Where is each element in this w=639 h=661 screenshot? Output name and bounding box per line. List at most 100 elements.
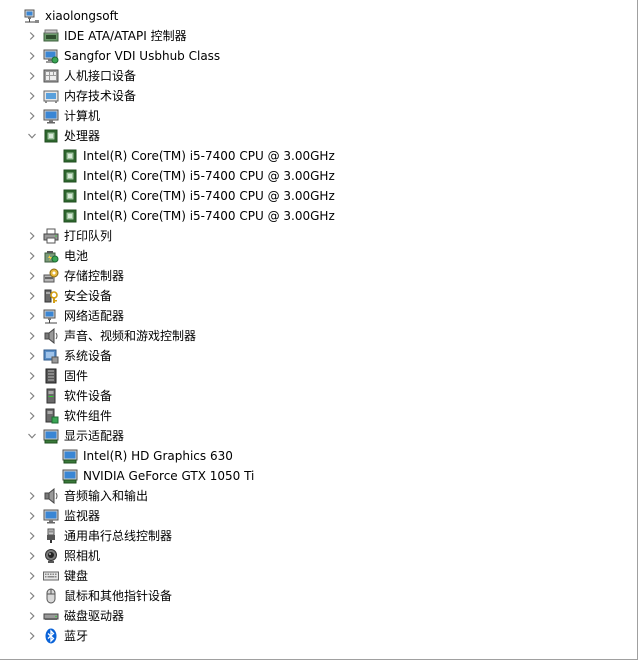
tree-item-label: 蓝牙 — [64, 629, 89, 643]
storage-controller-icon — [43, 268, 59, 284]
tree-item-label: xiaolongsoft — [45, 9, 119, 23]
chevron-right-icon[interactable] — [26, 606, 38, 626]
bluetooth-icon — [43, 628, 59, 644]
tree-device[interactable]: Intel(R) Core(TM) i5-7400 CPU @ 3.00GHz — [0, 186, 630, 206]
tree-category[interactable]: 安全设备 — [0, 286, 630, 306]
tree-category[interactable]: 显示适配器 — [0, 426, 630, 446]
device-manager-window: xiaolongsoft IDE ATA/ATAPI 控制器 Sangfor V… — [0, 0, 638, 660]
keyboard-icon — [43, 568, 59, 584]
tree-item-label: 存储控制器 — [64, 269, 125, 283]
chevron-right-icon[interactable] — [26, 66, 38, 86]
tree-item-label: IDE ATA/ATAPI 控制器 — [64, 29, 187, 43]
tree-item-label: 系统设备 — [64, 349, 113, 363]
chevron-down-icon[interactable] — [26, 126, 38, 146]
ide-controller-icon — [43, 28, 59, 44]
tree-category[interactable]: 内存技术设备 — [0, 86, 630, 106]
firmware-icon — [43, 368, 59, 384]
tree-device[interactable]: Intel(R) HD Graphics 630 — [0, 446, 630, 466]
chevron-right-icon[interactable] — [26, 246, 38, 266]
tree-category[interactable]: 软件组件 — [0, 406, 630, 426]
tree-item-label: Intel(R) Core(TM) i5-7400 CPU @ 3.00GHz — [83, 149, 335, 163]
tree-device[interactable]: Intel(R) Core(TM) i5-7400 CPU @ 3.00GHz — [0, 146, 630, 166]
tree-item-label: 监视器 — [64, 509, 101, 523]
tree-item-label: Intel(R) Core(TM) i5-7400 CPU @ 3.00GHz — [83, 209, 335, 223]
tree-category[interactable]: 计算机 — [0, 106, 630, 126]
tree-category[interactable]: 电池 — [0, 246, 630, 266]
display-adapter-icon — [62, 468, 78, 484]
tree-category[interactable]: 存储控制器 — [0, 266, 630, 286]
chevron-right-icon[interactable] — [26, 546, 38, 566]
tree-item-label: 内存技术设备 — [64, 89, 137, 103]
chevron-right-icon[interactable] — [26, 366, 38, 386]
tree-category[interactable]: 处理器 — [0, 126, 630, 146]
chevron-right-icon[interactable] — [26, 306, 38, 326]
chevron-right-icon[interactable] — [26, 266, 38, 286]
chevron-right-icon[interactable] — [26, 486, 38, 506]
chevron-right-icon[interactable] — [26, 46, 38, 66]
chevron-right-icon[interactable] — [26, 86, 38, 106]
tree-category[interactable]: 通用串行总线控制器 — [0, 526, 630, 546]
tree-category[interactable]: 鼠标和其他指针设备 — [0, 586, 630, 606]
tree-category[interactable]: IDE ATA/ATAPI 控制器 — [0, 26, 630, 46]
computer-icon — [43, 108, 59, 124]
network-adapter-icon — [43, 308, 59, 324]
chevron-right-icon[interactable] — [26, 566, 38, 586]
tree-device[interactable]: Intel(R) Core(TM) i5-7400 CPU @ 3.00GHz — [0, 166, 630, 186]
tree-category[interactable]: Sangfor VDI Usbhub Class — [0, 46, 630, 66]
tree-item-label: 显示适配器 — [64, 429, 125, 443]
chevron-right-icon[interactable] — [26, 626, 38, 646]
chevron-right-icon[interactable] — [26, 106, 38, 126]
chevron-right-icon[interactable] — [26, 586, 38, 606]
tree-category[interactable]: 网络适配器 — [0, 306, 630, 326]
tree-category[interactable]: 照相机 — [0, 546, 630, 566]
chevron-right-icon[interactable] — [26, 406, 38, 426]
tree-device[interactable]: Intel(R) Core(TM) i5-7400 CPU @ 3.00GHz — [0, 206, 630, 226]
tree-root-computer[interactable]: xiaolongsoft — [0, 6, 630, 26]
chevron-right-icon[interactable] — [26, 326, 38, 346]
printer-icon — [43, 228, 59, 244]
disk-drive-icon — [43, 608, 59, 624]
tree-device[interactable]: NVIDIA GeForce GTX 1050 Ti — [0, 466, 630, 486]
device-tree[interactable]: xiaolongsoft IDE ATA/ATAPI 控制器 Sangfor V… — [0, 6, 630, 646]
tree-category[interactable]: 人机接口设备 — [0, 66, 630, 86]
monitor-icon — [43, 508, 59, 524]
tree-item-label: Intel(R) Core(TM) i5-7400 CPU @ 3.00GHz — [83, 189, 335, 203]
tree-item-label: 鼠标和其他指针设备 — [64, 589, 173, 603]
mouse-icon — [43, 588, 59, 604]
software-device-icon — [43, 388, 59, 404]
processor-icon — [62, 188, 78, 204]
chevron-right-icon[interactable] — [26, 286, 38, 306]
tree-category[interactable]: 系统设备 — [0, 346, 630, 366]
chevron-right-icon[interactable] — [26, 26, 38, 46]
processor-icon — [43, 128, 59, 144]
tree-category[interactable]: 声音、视频和游戏控制器 — [0, 326, 630, 346]
chevron-right-icon[interactable] — [26, 346, 38, 366]
chevron-down-icon[interactable] — [26, 426, 38, 446]
tree-item-label: 固件 — [64, 369, 89, 383]
chevron-right-icon[interactable] — [26, 506, 38, 526]
tree-item-label: NVIDIA GeForce GTX 1050 Ti — [83, 469, 255, 483]
usb-plug-icon — [43, 528, 59, 544]
display-adapter-icon — [62, 448, 78, 464]
tree-category[interactable]: 磁盘驱动器 — [0, 606, 630, 626]
tree-category[interactable]: 蓝牙 — [0, 626, 630, 646]
tree-category[interactable]: 打印队列 — [0, 226, 630, 246]
tree-item-label: 电池 — [64, 249, 89, 263]
tree-item-label: 音频输入和输出 — [64, 489, 149, 503]
computer-network-icon — [24, 8, 40, 24]
tree-category[interactable]: 音频输入和输出 — [0, 486, 630, 506]
tree-item-label: 照相机 — [64, 549, 101, 563]
tree-category[interactable]: 监视器 — [0, 506, 630, 526]
tree-category[interactable]: 软件设备 — [0, 386, 630, 406]
chevron-right-icon[interactable] — [26, 526, 38, 546]
chevron-right-icon[interactable] — [26, 226, 38, 246]
tree-item-label: 键盘 — [64, 569, 89, 583]
chevron-right-icon[interactable] — [26, 386, 38, 406]
tree-item-label: 软件设备 — [64, 389, 113, 403]
camera-icon — [43, 548, 59, 564]
tree-category[interactable]: 固件 — [0, 366, 630, 386]
tree-category[interactable]: 键盘 — [0, 566, 630, 586]
tree-item-label: Intel(R) HD Graphics 630 — [83, 449, 233, 463]
tree-item-label: 软件组件 — [64, 409, 113, 423]
processor-icon — [62, 148, 78, 164]
